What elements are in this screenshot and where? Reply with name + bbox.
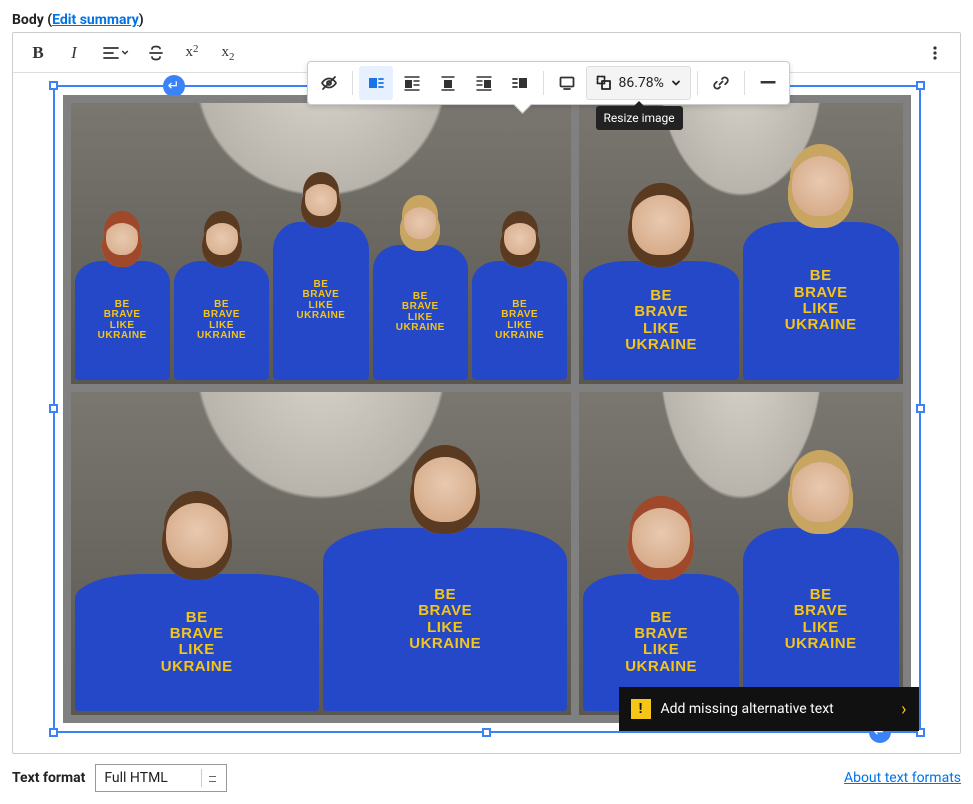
bold-button[interactable]: B: [21, 36, 55, 70]
link-icon: [712, 74, 730, 92]
align-center-button[interactable]: [431, 66, 465, 100]
text-format-select[interactable]: Full HTML: [95, 764, 227, 792]
edit-summary-link[interactable]: Edit summary: [52, 12, 139, 28]
text-format-label: Text format: [12, 770, 85, 786]
align-inline-left-button[interactable]: [395, 66, 429, 100]
alt-banner-text: Add missing alternative text: [661, 701, 834, 717]
align-block-right-button[interactable]: [503, 66, 537, 100]
toggle-caption-button[interactable]: [312, 66, 346, 100]
image-center-icon: [439, 74, 457, 92]
kebab-icon: [926, 44, 944, 62]
resize-original-button[interactable]: [550, 66, 584, 100]
resize-handle[interactable]: [916, 404, 925, 413]
chevron-down-icon: [670, 77, 682, 89]
eye-off-icon: [320, 74, 338, 92]
editor-body[interactable]: 86.78% — Resize image ↵ ↵: [13, 73, 960, 753]
link-image-button[interactable]: [704, 66, 738, 100]
editor-frame: B I x2 x2: [12, 32, 961, 754]
subscript-button[interactable]: x2: [211, 36, 245, 70]
photo-pair-b: BEBRAVELIKEUKRAINE BEBRAVELIKEUKRAINE: [71, 392, 572, 715]
align-dropdown[interactable]: [93, 36, 137, 70]
photo-group-five: BEBRAVELIKEUKRAINE BEBRAVELIKEUKRAINE BE…: [71, 103, 572, 384]
resize-handle[interactable]: [49, 728, 58, 737]
photo-pair-a: BEBRAVELIKEUKRAINE BEBRAVELIKEUKRAINE: [579, 103, 902, 384]
paragraph-insert-top[interactable]: ↵: [163, 75, 185, 97]
text-format-row: Text format Full HTML About text formats: [12, 764, 961, 792]
align-left-icon: [101, 44, 119, 62]
resize-dropdown[interactable]: 86.78%: [586, 66, 691, 100]
image-block-left-icon: [367, 74, 385, 92]
remove-format-button[interactable]: —: [751, 66, 785, 100]
warning-icon: !: [631, 699, 651, 719]
resize-tooltip: Resize image: [596, 106, 683, 130]
selected-image-widget[interactable]: 86.78% — Resize image ↵ ↵: [53, 85, 921, 733]
resize-value: 86.78%: [619, 75, 664, 91]
chevron-down-icon: [121, 44, 129, 62]
italic-button[interactable]: I: [57, 36, 91, 70]
image-inline-right-icon: [475, 74, 493, 92]
image-collage: BEBRAVELIKEUKRAINE BEBRAVELIKEUKRAINE BE…: [63, 95, 911, 723]
strikethrough-icon: [147, 44, 165, 62]
resize-handle[interactable]: [916, 81, 925, 90]
resize-icon: [595, 74, 613, 92]
field-label: Body (Edit summary): [12, 12, 961, 28]
resize-handle[interactable]: [482, 728, 491, 737]
strikethrough-button[interactable]: [139, 36, 173, 70]
superscript-button[interactable]: x2: [175, 36, 209, 70]
photo-pair-c: BEBRAVELIKEUKRAINE BEBRAVELIKEUKRAINE: [579, 392, 902, 715]
chevron-right-icon: ›: [901, 699, 906, 720]
about-text-formats-link[interactable]: About text formats: [844, 770, 961, 786]
alt-text-banner[interactable]: ! Add missing alternative text ›: [619, 687, 919, 731]
resize-handle[interactable]: [49, 404, 58, 413]
resize-handle[interactable]: [49, 81, 58, 90]
image-balloon-toolbar: 86.78% — Resize image: [307, 61, 790, 105]
align-inline-right-button[interactable]: [467, 66, 501, 100]
image-inline-left-icon: [403, 74, 421, 92]
monitor-icon: [558, 74, 576, 92]
image-block-right-icon: [511, 74, 529, 92]
body-label: Body: [12, 12, 44, 28]
more-button[interactable]: [918, 36, 952, 70]
align-block-left-button[interactable]: [359, 66, 393, 100]
